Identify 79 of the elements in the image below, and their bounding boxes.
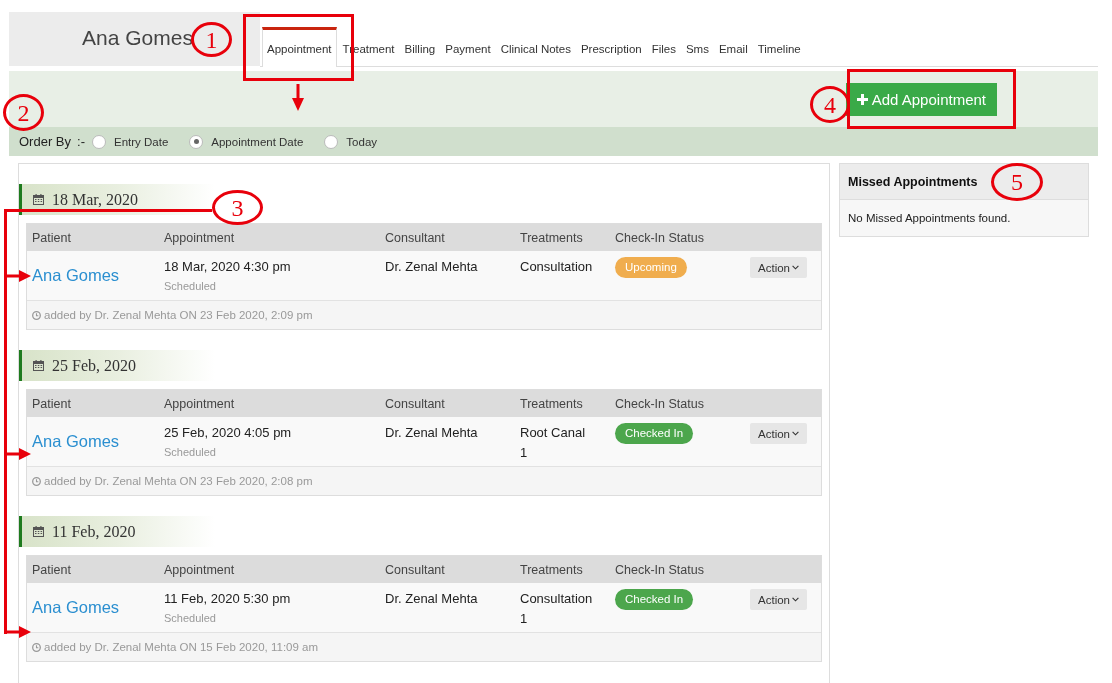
consultant-name: Dr. Zenal Mehta <box>385 258 478 276</box>
tab[interactable]: Sms <box>680 27 714 67</box>
calendar-icon <box>33 526 44 537</box>
empty-message: No Missed Appointments found. <box>840 200 1088 236</box>
column-header: Treatments <box>520 230 583 245</box>
chevron-down-icon <box>792 597 799 602</box>
callout-number: 2 <box>3 94 44 131</box>
appointment-status: Scheduled <box>164 445 216 460</box>
order-by-label: Order By <box>19 134 71 149</box>
tab[interactable]: Appointment <box>262 27 337 67</box>
radio-button[interactable] <box>189 134 204 149</box>
plus-icon <box>856 94 868 105</box>
column-header: Appointment <box>164 396 235 411</box>
column-header: Consultant <box>385 396 445 411</box>
action-button[interactable]: Action <box>750 257 807 278</box>
column-header: Patient <box>32 396 71 411</box>
down-arrow-icon <box>292 84 304 111</box>
date-text: 25 Feb, 2020 <box>52 356 136 375</box>
column-header: Patient <box>32 562 71 577</box>
date-text: 18 Mar, 2020 <box>52 190 138 209</box>
appointment-time: 18 Mar, 2020 4:30 pm <box>164 258 291 276</box>
consultant-name: Dr. Zenal Mehta <box>385 590 478 608</box>
callout-number: 1 <box>191 22 232 57</box>
radio-button[interactable] <box>91 134 106 149</box>
column-header: Appointment <box>164 230 235 245</box>
status-badge: Checked In <box>615 589 694 610</box>
radio-label[interactable]: Entry Date <box>113 135 169 148</box>
appointment-status: Scheduled <box>164 279 216 294</box>
tab[interactable]: Payment <box>440 27 496 67</box>
radio-label[interactable]: Appointment Date <box>211 135 304 148</box>
tab[interactable]: Clinical Notes <box>495 27 576 67</box>
right-arrow-icon <box>7 448 31 460</box>
separator-text: :- <box>77 134 85 149</box>
callout-number: 3 <box>212 190 263 225</box>
patient-name: Ana Gomes <box>82 26 193 50</box>
tab[interactable]: Prescription <box>575 27 647 67</box>
column-header: Check-In Status <box>615 396 704 411</box>
column-header: Appointment <box>164 562 235 577</box>
chevron-down-icon <box>792 431 799 436</box>
column-header: Treatments <box>520 562 583 577</box>
callout-number: 5 <box>991 163 1043 201</box>
column-header: Patient <box>32 230 71 245</box>
treatment-name: Consultation <box>520 590 593 608</box>
status-badge: Checked In <box>615 423 694 444</box>
action-button[interactable]: Action <box>750 589 807 610</box>
clock-icon <box>32 642 41 652</box>
appointment-status: Scheduled <box>164 611 216 626</box>
right-arrow-icon <box>7 270 31 282</box>
consultant-name: Dr. Zenal Mehta <box>385 424 478 442</box>
treatment-name: Consultation <box>520 258 593 276</box>
appointment-time: 11 Feb, 2020 5:30 pm <box>164 590 291 608</box>
date-text: 11 Feb, 2020 <box>52 522 136 541</box>
column-header: Check-In Status <box>615 562 704 577</box>
calendar-icon <box>33 194 44 205</box>
tab[interactable]: Email <box>713 27 753 67</box>
appointment-time: 25 Feb, 2020 4:05 pm <box>164 424 292 442</box>
clock-icon <box>32 476 41 486</box>
radio-label[interactable]: Today <box>346 135 378 148</box>
tab[interactable]: Billing <box>399 27 441 67</box>
treatment-count: 1 <box>520 610 528 628</box>
calendar-icon <box>33 360 44 371</box>
radio-button[interactable] <box>324 134 339 149</box>
added-by-text: added by Dr. Zenal Mehta ON 23 Feb 2020, 2:09 pm <box>44 309 313 321</box>
clock-icon <box>32 310 41 320</box>
tab[interactable]: Timeline <box>752 27 806 67</box>
treatment-count: 1 <box>520 444 528 462</box>
chevron-down-icon <box>792 265 799 270</box>
right-arrow-icon <box>7 626 31 638</box>
action-button[interactable]: Action <box>750 423 807 444</box>
added-by-text: added by Dr. Zenal Mehta ON 15 Feb 2020, 11:09 am <box>44 641 319 653</box>
added-by-text: added by Dr. Zenal Mehta ON 23 Feb 2020, 2:08 pm <box>44 475 313 487</box>
column-header: Consultant <box>385 230 445 245</box>
tab[interactable]: Files <box>646 27 681 67</box>
column-header: Consultant <box>385 562 445 577</box>
callout-number: 4 <box>810 86 850 123</box>
status-badge: Upcoming <box>615 257 687 278</box>
column-header: Check-In Status <box>615 230 704 245</box>
treatment-name: Root Canal <box>520 424 586 442</box>
column-header: Treatments <box>520 396 583 411</box>
